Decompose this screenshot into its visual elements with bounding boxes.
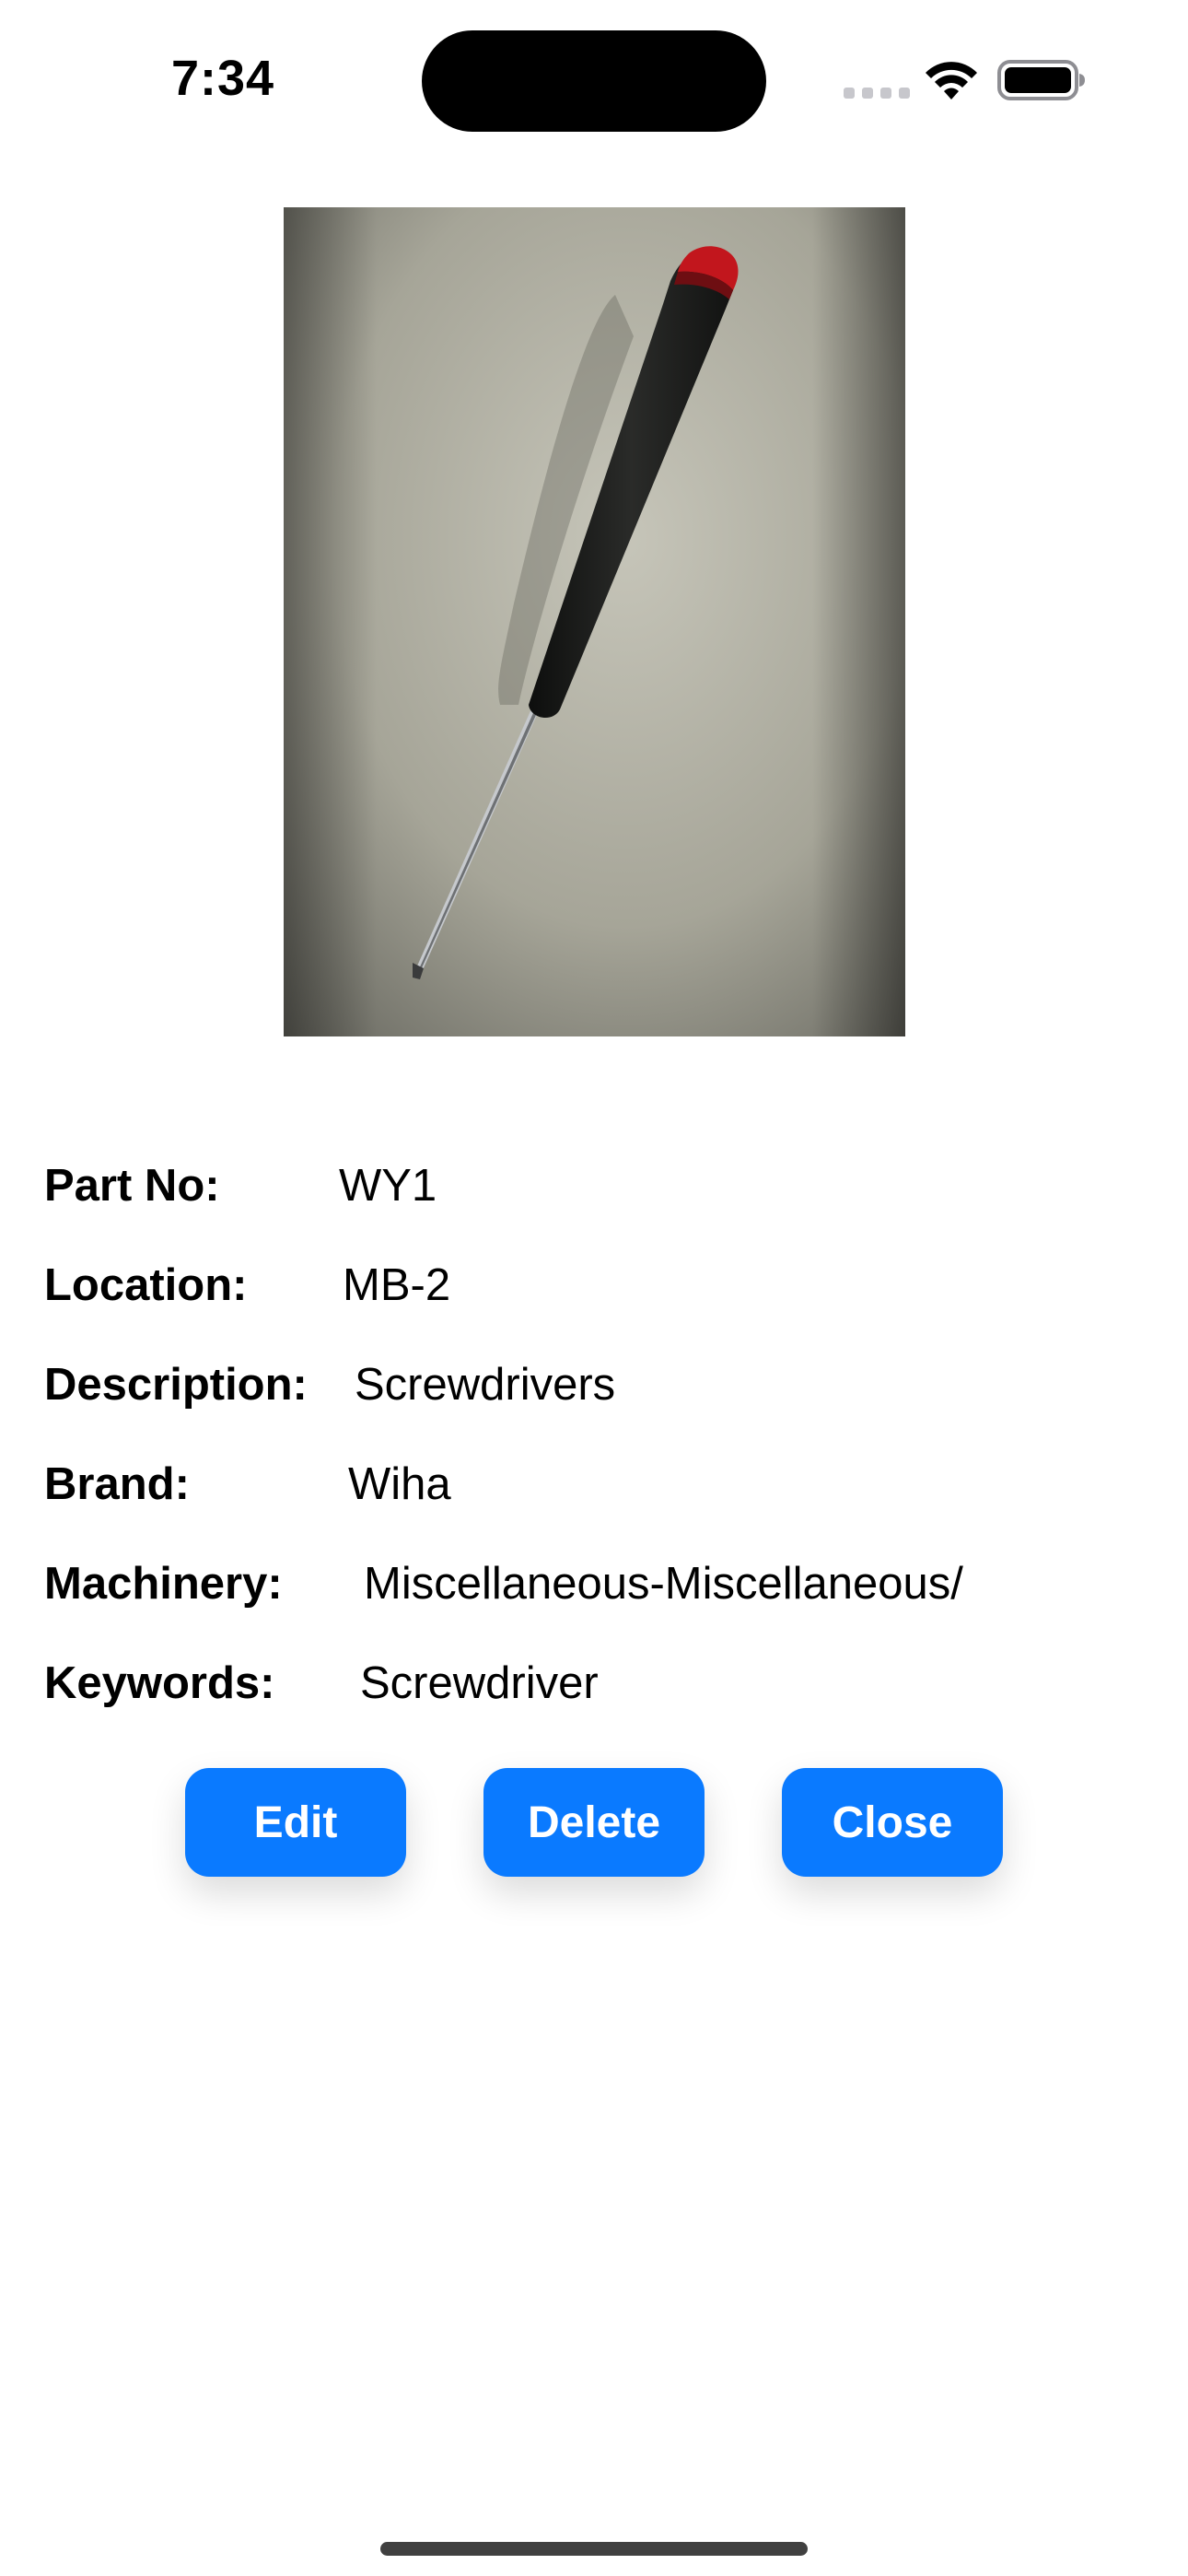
detail-row-location: Location: MB-2 — [44, 1258, 450, 1313]
keywords-label: Keywords: — [44, 1658, 275, 1708]
description-value: Screwdrivers — [355, 1360, 616, 1410]
brand-label: Brand: — [44, 1459, 190, 1509]
wifi-icon — [926, 62, 977, 100]
detail-row-brand: Brand: Wiha — [44, 1457, 451, 1512]
description-label: Description: — [44, 1360, 308, 1410]
edit-button[interactable]: Edit — [185, 1768, 406, 1877]
detail-row-part-no: Part No: WY1 — [44, 1158, 437, 1213]
machinery-label: Machinery: — [44, 1559, 283, 1609]
part-no-value: WY1 — [339, 1161, 437, 1211]
part-photo — [284, 207, 905, 1036]
detail-row-keywords: Keywords: Screwdriver — [44, 1656, 599, 1711]
close-button[interactable]: Close — [782, 1768, 1003, 1877]
home-indicator[interactable] — [380, 2542, 808, 2556]
battery-icon — [997, 60, 1085, 100]
location-value: MB-2 — [343, 1260, 451, 1310]
delete-button[interactable]: Delete — [483, 1768, 705, 1877]
location-label: Location: — [44, 1260, 248, 1310]
screwdriver-photo — [284, 207, 905, 1036]
machinery-value: Miscellaneous-Miscellaneous/ — [364, 1559, 963, 1609]
part-no-label: Part No: — [44, 1161, 220, 1211]
detail-row-description: Description: Screwdrivers — [44, 1357, 615, 1412]
detail-row-machinery: Machinery: Miscellaneous-Miscellaneous/ — [44, 1556, 963, 1611]
cellular-signal-icon — [844, 88, 910, 99]
dynamic-island — [422, 30, 766, 132]
brand-value: Wiha — [348, 1459, 451, 1509]
status-time: 7:34 — [171, 51, 275, 106]
keywords-value: Screwdriver — [360, 1658, 599, 1708]
